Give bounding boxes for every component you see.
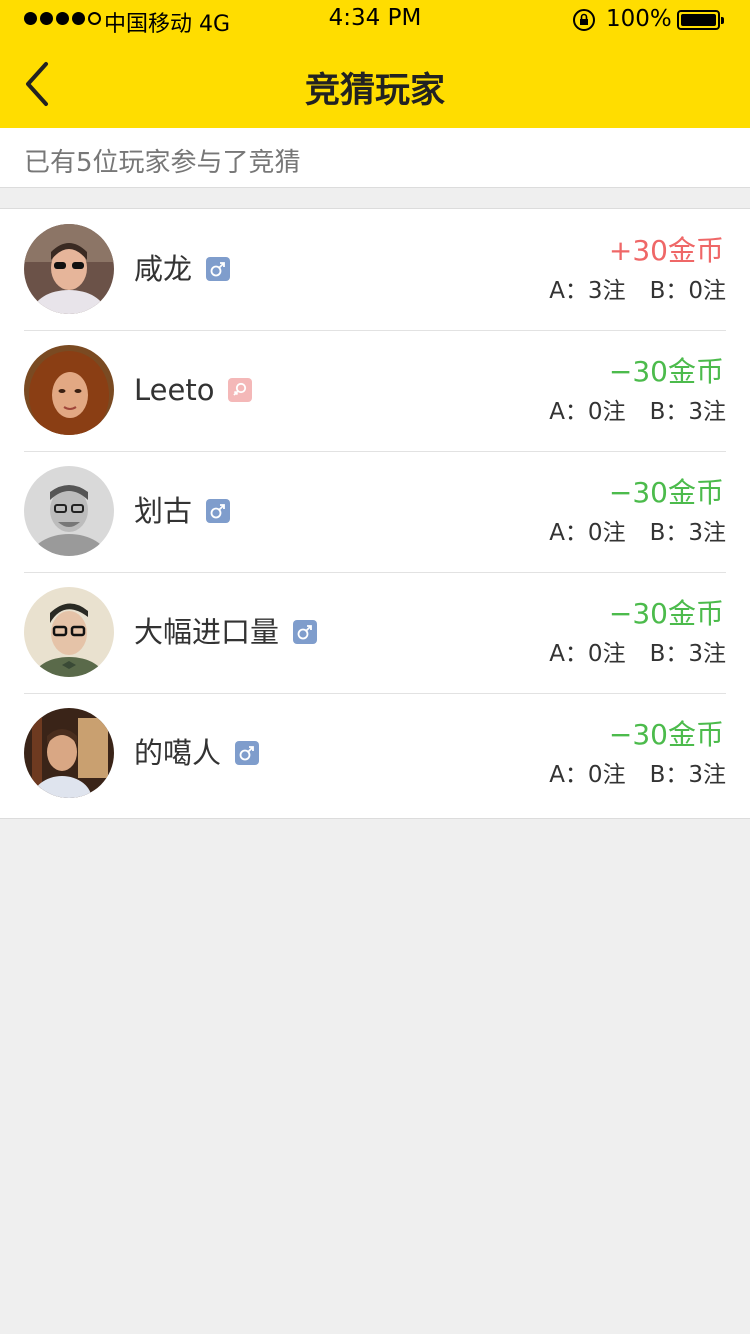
bet-b: B：3注 — [649, 641, 726, 667]
battery-icon — [677, 10, 724, 30]
bet-a: A：0注 — [549, 399, 626, 425]
rotation-lock-icon — [573, 9, 595, 31]
bet-b: B：0注 — [649, 278, 726, 304]
coin-change: −30金币 — [608, 355, 724, 388]
bet-a: A：0注 — [549, 762, 626, 788]
player-name: 咸龙 — [134, 252, 193, 286]
bet-a: A：0注 — [549, 641, 626, 667]
male-icon — [206, 499, 231, 523]
coin-change: −30金币 — [608, 476, 724, 509]
player-list: 咸龙 +30金币 A：3注 B：0注 Leeto −30金币 A：0注 B：3注… — [0, 208, 750, 819]
bet-summary: A：0注 B：3注 — [549, 392, 726, 426]
avatar — [24, 345, 114, 435]
list-item[interactable]: 的噶人 −30金币 A：0注 B：3注 — [0, 693, 750, 814]
bet-a: A：0注 — [549, 520, 626, 546]
bet-summary: A：3注 B：0注 — [549, 271, 726, 305]
player-name: 的噶人 — [134, 736, 222, 770]
bet-summary: A：0注 B：3注 — [549, 634, 726, 668]
player-name: Leeto — [134, 373, 215, 407]
header: 中国移动 4G 4:34 PM 100% 竞猜玩家 — [0, 0, 750, 128]
coin-change: −30金币 — [608, 718, 724, 751]
avatar — [24, 587, 114, 677]
list-item[interactable]: 大幅进口量 −30金币 A：0注 B：3注 — [0, 572, 750, 693]
male-icon — [206, 257, 231, 281]
bet-summary: A：0注 B：3注 — [549, 513, 726, 547]
nav-bar: 竞猜玩家 — [0, 40, 750, 128]
list-item[interactable]: Leeto −30金币 A：0注 B：3注 — [0, 330, 750, 451]
list-item[interactable]: 划古 −30金币 A：0注 B：3注 — [0, 451, 750, 572]
status-bar: 中国移动 4G 4:34 PM 100% — [0, 0, 750, 40]
female-icon — [228, 378, 253, 402]
coin-change: +30金币 — [608, 234, 724, 267]
bet-b: B：3注 — [649, 520, 726, 546]
player-name: 大幅进口量 — [134, 615, 280, 649]
avatar — [24, 224, 114, 314]
battery-percent: 100% — [606, 6, 672, 32]
bet-summary: A：0注 B：3注 — [549, 755, 726, 789]
participant-summary: 已有5位玩家参与了竞猜 — [0, 128, 750, 188]
list-item[interactable]: 咸龙 +30金币 A：3注 B：0注 — [0, 209, 750, 330]
avatar — [24, 708, 114, 798]
summary-text: 已有5位玩家参与了竞猜 — [24, 148, 301, 178]
bet-a: A：3注 — [549, 278, 626, 304]
player-name: 划古 — [134, 494, 193, 528]
male-icon — [293, 620, 318, 644]
bet-b: B：3注 — [649, 399, 726, 425]
coin-change: −30金币 — [608, 597, 724, 630]
page-title: 竞猜玩家 — [304, 71, 445, 111]
avatar — [24, 466, 114, 556]
male-icon — [235, 741, 260, 765]
bet-b: B：3注 — [649, 762, 726, 788]
